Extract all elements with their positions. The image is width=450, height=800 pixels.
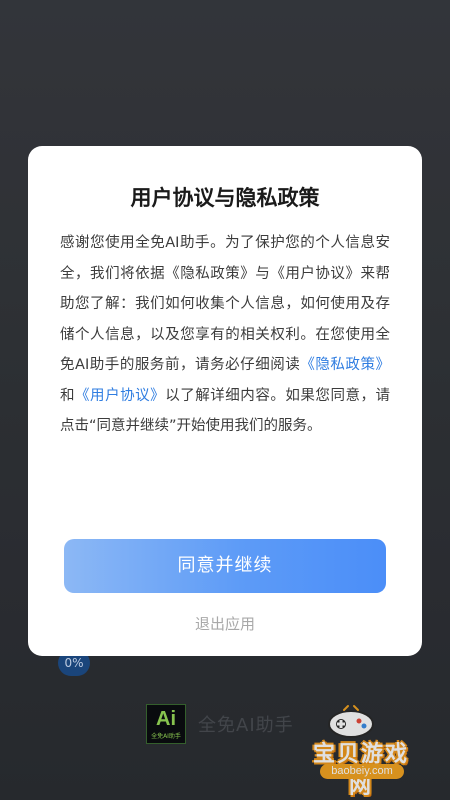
privacy-policy-link[interactable]: 《隐私政策》 <box>300 357 390 373</box>
dialog-title: 用户协议与隐私政策 <box>130 186 320 210</box>
dialog-body-text: 感谢您使用全免AI助手。为了保护您的个人信息安全，我们将依据《隐私政策》与《用户… <box>60 235 390 373</box>
privacy-dialog: 用户协议与隐私政策 感谢您使用全免AI助手。为了保护您的个人信息安全，我们将依据… <box>28 146 422 656</box>
exit-app-button[interactable]: 退出应用 <box>28 613 422 634</box>
agree-continue-button[interactable]: 同意并继续 <box>64 539 386 593</box>
user-agreement-link[interactable]: 《用户协议》 <box>75 388 165 404</box>
dialog-body: 感谢您使用全免AI助手。为了保护您的个人信息安全，我们将依据《隐私政策》与《用户… <box>60 228 390 442</box>
dialog-body-conjunction: 和 <box>60 387 76 404</box>
